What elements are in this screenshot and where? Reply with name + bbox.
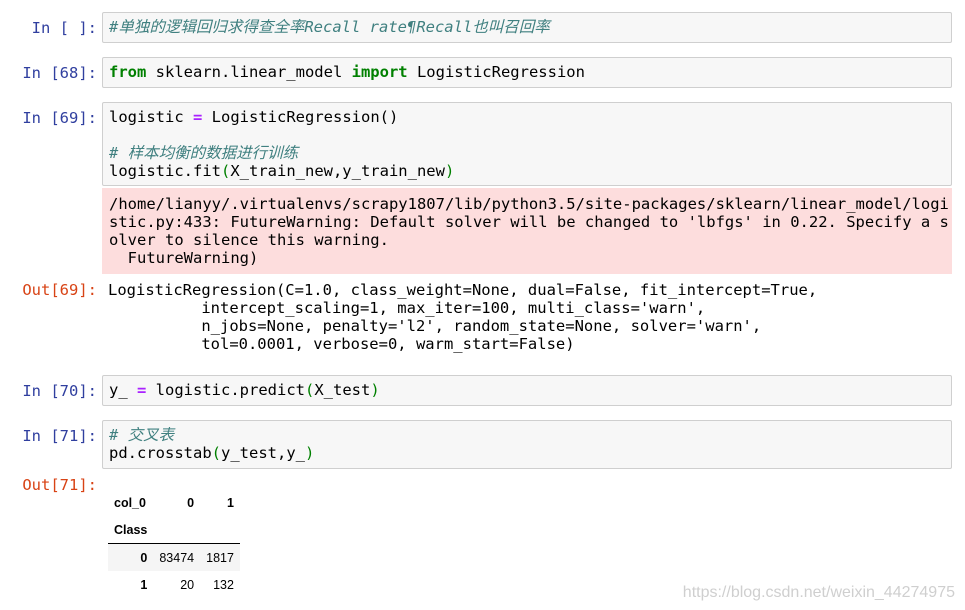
input-prompt: In [71]: bbox=[22, 427, 97, 445]
code-line-1: logistic = LogisticRegression() bbox=[109, 108, 399, 126]
table-header-row: col_0 0 1 bbox=[108, 489, 240, 516]
column-header: 1 bbox=[226, 495, 234, 510]
table-cell: 1817 bbox=[206, 550, 234, 565]
input-prompt: In [ ]: bbox=[31, 19, 97, 37]
input-prompt: In [68]: bbox=[22, 64, 97, 82]
code-line: pd.crosstab(y_test,y_) bbox=[109, 444, 315, 462]
code-comment: # 样本均衡的数据进行训练 bbox=[109, 144, 299, 162]
code-comment: #单独的逻辑回归求得查全率Recall rate¶Recall也叫召回率 bbox=[109, 18, 550, 36]
index-name: Class bbox=[108, 516, 154, 544]
table-cell: 132 bbox=[213, 577, 234, 592]
table-cell: 83474 bbox=[159, 550, 195, 565]
columns-name: col_0 bbox=[114, 495, 146, 510]
code-line: y_ = logistic.predict(X_test) bbox=[109, 381, 380, 399]
output-prompt: Out[71]: bbox=[22, 476, 97, 494]
row-index: 1 bbox=[140, 577, 148, 592]
code-line-3: logistic.fit(X_train_new,y_train_new) bbox=[109, 162, 455, 180]
code-input[interactable]: logistic = LogisticRegression() # 样本均衡的数… bbox=[102, 102, 952, 186]
module-name: sklearn.linear_model bbox=[146, 63, 352, 81]
code-input[interactable]: y_ = logistic.predict(X_test) bbox=[102, 375, 952, 406]
keyword-from: from bbox=[109, 63, 147, 81]
input-prompt: In [70]: bbox=[22, 382, 97, 400]
table-cell: 20 bbox=[180, 577, 195, 592]
table-row: 1 20 132 bbox=[108, 571, 240, 598]
output-prompt: Out[69]: bbox=[22, 281, 97, 299]
index-name-row: Class bbox=[108, 516, 240, 544]
code-line: from sklearn.linear_model import Logisti… bbox=[109, 63, 945, 81]
code-comment: # 交叉表 bbox=[109, 426, 175, 444]
import-name: LogisticRegression bbox=[407, 63, 585, 81]
table-row: 0 83474 1817 bbox=[108, 543, 240, 571]
input-prompt: In [69]: bbox=[22, 109, 97, 127]
column-header: 0 bbox=[187, 495, 195, 510]
code-input[interactable]: #单独的逻辑回归求得查全率Recall rate¶Recall也叫召回率 bbox=[102, 12, 952, 43]
code-input[interactable]: from sklearn.linear_model import Logisti… bbox=[102, 57, 952, 88]
code-input[interactable]: # 交叉表 pd.crosstab(y_test,y_) bbox=[102, 420, 952, 469]
crosstab-dataframe: col_0 0 1 Class 0 83474 1817 1 20 132 bbox=[108, 489, 240, 598]
stderr-warning-output: /home/lianyy/.virtualenvs/scrapy1807/lib… bbox=[102, 188, 952, 274]
keyword-import: import bbox=[351, 63, 408, 81]
watermark-text: https://blog.csdn.net/weixin_44274975 bbox=[682, 584, 955, 601]
cell-output-text: LogisticRegression(C=1.0, class_weight=N… bbox=[108, 281, 818, 353]
row-index: 0 bbox=[140, 550, 148, 565]
